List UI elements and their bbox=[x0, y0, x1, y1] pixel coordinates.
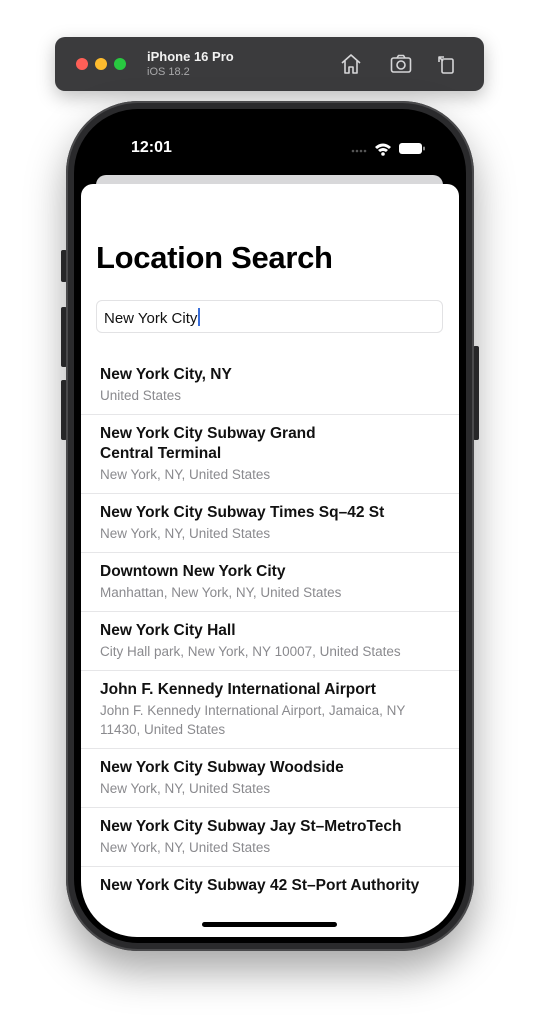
os-version: iOS 18.2 bbox=[147, 66, 190, 78]
home-indicator[interactable] bbox=[202, 922, 337, 927]
device-screen: 12:01 Location Search New York City New … bbox=[81, 115, 459, 937]
device-name: iPhone 16 Pro bbox=[147, 49, 234, 64]
list-item[interactable]: Downtown New York City Manhattan, New Yo… bbox=[81, 553, 459, 612]
result-name: New York City Subway Woodside bbox=[100, 759, 344, 776]
result-name: John F. Kennedy International Airport bbox=[100, 681, 376, 698]
status-time: 12:01 bbox=[131, 139, 172, 156]
list-item[interactable]: New York City Hall City Hall park, New Y… bbox=[81, 612, 459, 671]
result-address: City Hall park, New York, NY 10007, Unit… bbox=[100, 644, 401, 659]
battery-icon bbox=[399, 143, 425, 154]
status-icons bbox=[351, 141, 431, 157]
close-window-button[interactable] bbox=[76, 58, 88, 70]
location-search-sheet: Location Search New York City New York C… bbox=[81, 184, 459, 937]
text-caret bbox=[198, 308, 201, 326]
simulator-stage: iPhone 16 Pro iOS 18.2 12:01 Location Se… bbox=[0, 0, 539, 1026]
result-name: New York City Subway Grand Central Termi… bbox=[100, 425, 316, 462]
result-address: New York, NY, United States bbox=[100, 467, 271, 482]
result-address: United States bbox=[100, 388, 182, 403]
home-icon[interactable] bbox=[339, 52, 363, 76]
wifi-icon bbox=[375, 143, 391, 156]
minimize-window-button[interactable] bbox=[95, 58, 107, 70]
list-item[interactable]: New York City Subway Jay St–MetroTech Ne… bbox=[81, 808, 459, 867]
list-item[interactable]: John F. Kennedy International Airport Jo… bbox=[81, 671, 459, 749]
result-name: New York City Hall bbox=[100, 622, 236, 639]
result-name: New York City Subway Times Sq–42 St bbox=[100, 504, 385, 521]
list-item[interactable]: New York City Subway 42 St–Port Authorit… bbox=[81, 867, 459, 906]
result-address: New York, NY, United States bbox=[100, 526, 271, 541]
search-results-list: New York City, NY United States New York… bbox=[81, 356, 459, 906]
list-item[interactable]: New York City Subway Times Sq–42 St New … bbox=[81, 494, 459, 553]
result-name: New York City, NY bbox=[100, 366, 232, 383]
cellular-dots-icon bbox=[351, 149, 367, 153]
list-item[interactable]: New York City, NY United States bbox=[81, 356, 459, 415]
simulator-toolbar: iPhone 16 Pro iOS 18.2 bbox=[55, 37, 484, 91]
page-title: Location Search bbox=[96, 240, 333, 275]
list-item[interactable]: New York City Subway Grand Central Termi… bbox=[81, 415, 459, 494]
screenshot-camera-icon[interactable] bbox=[389, 52, 413, 76]
result-address: New York, NY, United States bbox=[100, 840, 271, 855]
search-input[interactable]: New York City bbox=[96, 300, 443, 333]
rotate-icon[interactable] bbox=[435, 52, 459, 76]
result-address: New York, NY, United States bbox=[100, 781, 271, 796]
list-item[interactable]: New York City Subway Woodside New York, … bbox=[81, 749, 459, 808]
search-input-value: New York City bbox=[104, 310, 198, 327]
result-name: New York City Subway 42 St–Port Authorit… bbox=[100, 877, 420, 894]
result-name: New York City Subway Jay St–MetroTech bbox=[100, 818, 402, 835]
result-name: Downtown New York City bbox=[100, 563, 286, 580]
result-address: John F. Kennedy International Airport, J… bbox=[100, 703, 406, 737]
zoom-window-button[interactable] bbox=[114, 58, 126, 70]
result-address: Manhattan, New York, NY, United States bbox=[100, 585, 342, 600]
